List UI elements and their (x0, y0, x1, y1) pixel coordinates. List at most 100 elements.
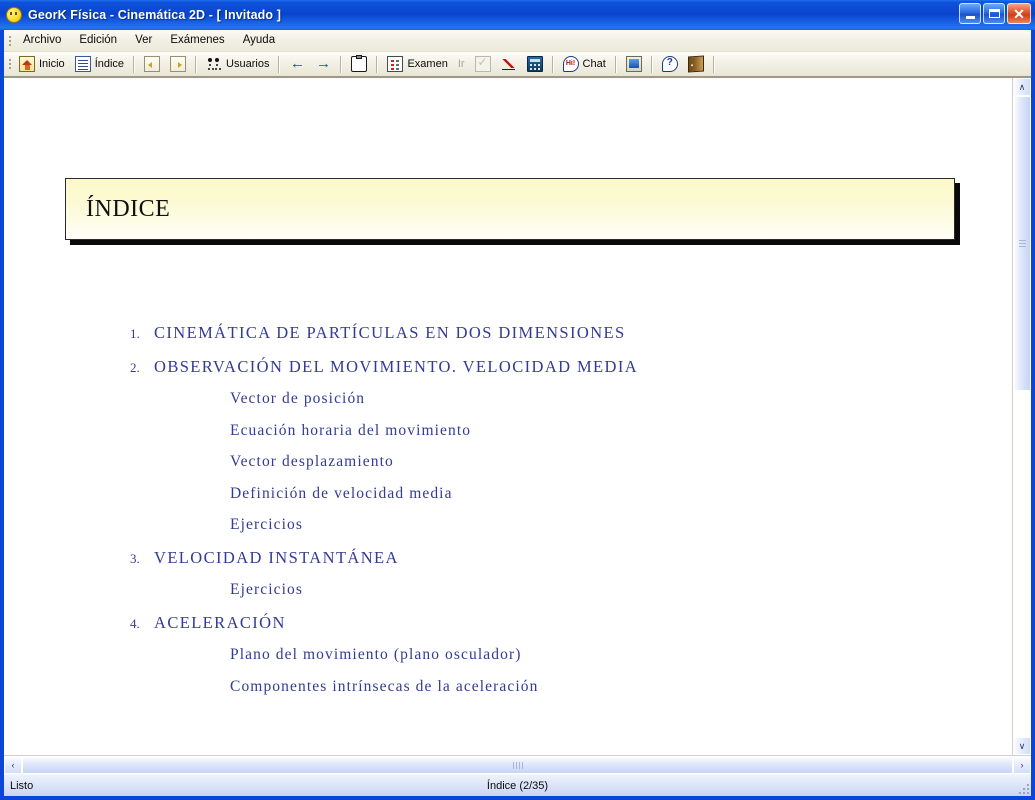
document-icon (74, 56, 91, 72)
horizontal-scroll-thumb[interactable] (22, 756, 1013, 774)
menu-bar: Archivo Edición Ver Exámenes Ayuda (4, 30, 1031, 52)
menu-item-ayuda[interactable]: Ayuda (234, 31, 284, 50)
document-area: ÍNDICE 1. CINEMÁTICA DE PARTÍCULAS EN DOS… (4, 77, 1031, 755)
minimize-icon (965, 15, 975, 19)
graph-icon (501, 56, 517, 72)
scroll-down-button[interactable]: ∨ (1013, 737, 1031, 755)
toc-subitem-row[interactable]: Ejercicios (4, 516, 1012, 534)
toolbar-button-screen[interactable] (621, 53, 647, 76)
toolbar-button-page-back[interactable] (139, 53, 165, 76)
toolbar-button-inicio[interactable]: Inicio (14, 53, 70, 76)
maximize-icon (988, 9, 1000, 18)
resize-grip-icon[interactable] (1017, 782, 1029, 794)
exam-list-icon (387, 56, 404, 72)
toolbar-button-chat[interactable]: Hi! Chat (558, 53, 611, 76)
menu-item-ver[interactable]: Ver (126, 31, 161, 50)
toolbar-separator (340, 55, 343, 73)
toolbar-button-checklist (470, 53, 496, 76)
menu-item-examenes[interactable]: Exámenes (161, 31, 233, 50)
toolbar-label-ir: Ir (457, 58, 465, 70)
toolbar-separator (551, 55, 554, 73)
vertical-scroll-track[interactable] (1013, 96, 1031, 737)
toolbar-separator (712, 55, 715, 73)
toolbar-button-calculator[interactable] (522, 53, 548, 76)
toolbar-label-chat: Chat (582, 58, 606, 70)
page-forward-icon (170, 56, 187, 72)
menu-item-edicion[interactable]: Edición (70, 31, 126, 50)
toc-subitem-row[interactable]: Definición de velocidad media (4, 485, 1012, 503)
toolbar-button-next[interactable]: → (310, 53, 336, 76)
horizontal-scroll-track[interactable] (22, 756, 1013, 774)
window-client-area: Archivo Edición Ver Exámenes Ayuda Inici… (4, 30, 1031, 796)
toolbar-label-usuarios: Usuarios (226, 58, 270, 70)
toolbar-separator (195, 55, 198, 73)
chat-bubble-icon: Hi! (562, 56, 579, 72)
checklist-icon (474, 55, 491, 72)
toc-chapter-number: 1. (130, 326, 140, 341)
toolbar-button-graph[interactable] (496, 53, 522, 76)
menu-item-archivo[interactable]: Archivo (14, 31, 70, 50)
toc-chapter-row[interactable]: 2. OBSERVACIÓN DEL MOVIMIENTO. VELOCIDAD … (4, 357, 1012, 377)
toolbar-button-usuarios[interactable]: Usuarios (201, 53, 274, 76)
toc-subitem-row[interactable]: Vector desplazamiento (4, 453, 1012, 471)
scroll-up-button[interactable]: ∧ (1013, 78, 1031, 96)
toc-chapter-number: 2. (130, 359, 140, 375)
toolbar-separator (614, 55, 617, 73)
toc-subitem-row[interactable]: Vector de posición (4, 390, 1012, 408)
toolbar-button-help[interactable]: ? (657, 53, 683, 76)
indice-header-box: ÍNDICE (65, 178, 955, 240)
toc-entry-label: Definición de velocidad media (230, 484, 453, 502)
vertical-scroll-thumb[interactable] (1013, 96, 1031, 391)
toc-entry-label: Ejercicios (230, 581, 303, 598)
toolbar-label-inicio: Inicio (39, 58, 65, 70)
close-icon: ✕ (1013, 5, 1025, 22)
toolbar-button-prev[interactable]: ← (284, 53, 310, 76)
maximize-button[interactable] (983, 3, 1005, 24)
toc-entry-label: VELOCIDAD INSTANTÁNEA (154, 547, 399, 567)
status-bar: Listo Índice (2/35) (4, 774, 1031, 796)
toc-entry-label: Vector de posición (230, 390, 366, 407)
menu-gripper[interactable] (6, 33, 14, 49)
toc-subitem-row[interactable]: Ejercicios (4, 581, 1012, 599)
smiley-face-icon (6, 7, 22, 23)
vertical-scrollbar[interactable]: ∧ ∨ (1012, 78, 1031, 755)
toc-subitem-row[interactable]: Componentes intrínsecas de la aceleració… (4, 678, 1012, 696)
toc-chapter-row[interactable]: 3. VELOCIDAD INSTANTÁNEA (4, 548, 1012, 568)
tool-bar: Inicio Índice Usuarios ← → Examen Ir ✓ H… (4, 52, 1031, 77)
toc-subitem-row[interactable]: Ecuación horaria del movimiento (4, 422, 1012, 440)
screen-icon (625, 56, 642, 72)
calculator-icon (526, 56, 543, 72)
toolbar-button-indice[interactable]: Índice (70, 53, 129, 76)
scroll-right-button[interactable]: › (1013, 756, 1031, 774)
arrow-right-icon: → (315, 55, 331, 72)
toolbar-button-exit[interactable] (683, 53, 709, 76)
arrow-left-icon: ← (289, 55, 305, 72)
scroll-left-button[interactable]: ‹ (4, 756, 22, 774)
toc-subitem-row[interactable]: Plano del movimiento (plano osculador) (4, 646, 1012, 664)
minimize-button[interactable] (959, 3, 981, 24)
help-icon: ? (661, 56, 678, 72)
toc-chapter-row[interactable]: 1. CINEMÁTICA DE PARTÍCULAS EN DOS DIMENS… (4, 323, 1012, 343)
table-of-contents: 1. CINEMÁTICA DE PARTÍCULAS EN DOS DIMENS… (4, 323, 1012, 709)
toc-entry-label: Componentes intrínsecas de la aceleració… (230, 677, 539, 695)
users-icon (206, 56, 222, 72)
title-bar: GeorK Física - Cinemática 2D - [ Invitad… (0, 0, 1035, 30)
horizontal-scrollbar[interactable]: ‹ › (4, 755, 1031, 774)
toolbar-button-clipboard[interactable] (346, 53, 372, 76)
scroll-grip-icon (1018, 239, 1026, 247)
toolbar-gripper[interactable] (6, 56, 14, 72)
scroll-grip-icon (512, 761, 523, 769)
toc-chapter-number: 4. (130, 615, 140, 631)
toolbar-button-examen[interactable]: Examen (382, 53, 452, 76)
document-page: ÍNDICE 1. CINEMÁTICA DE PARTÍCULAS EN DOS… (4, 78, 1012, 755)
toc-entry-label: Plano del movimiento (plano osculador) (230, 646, 522, 663)
clipboard-icon (351, 55, 368, 72)
toc-chapter-row[interactable]: 4. ACELERACIÓN (4, 613, 1012, 633)
toolbar-separator (650, 55, 653, 73)
window-title: GeorK Física - Cinemática 2D - [ Invitad… (28, 8, 281, 22)
toolbar-button-page-forward[interactable] (165, 53, 191, 76)
toolbar-button-ir: Ir (453, 53, 470, 76)
toc-entry-label: ACELERACIÓN (154, 612, 286, 632)
close-button[interactable]: ✕ (1007, 3, 1031, 24)
toolbar-separator (278, 55, 281, 73)
